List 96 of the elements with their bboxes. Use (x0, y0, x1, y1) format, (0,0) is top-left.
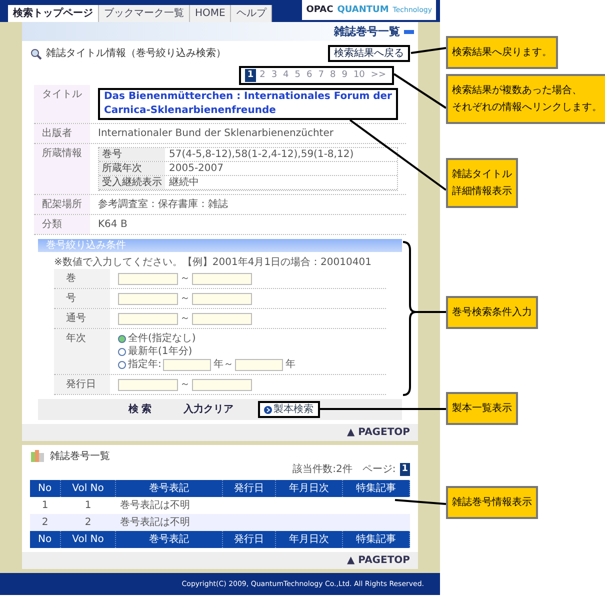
callout-text: 雑誌タイトル (452, 168, 512, 181)
nav-tab[interactable]: 検索トップページ (8, 5, 99, 22)
nav-tab[interactable]: ブックマーク一覧 (99, 5, 190, 22)
field-label: 年次 (54, 329, 110, 374)
section-title: 雑誌巻号一覧 (50, 450, 110, 462)
range-separator: ～ (180, 378, 190, 391)
page-link[interactable]: 8 (328, 69, 338, 82)
callout-text: 雑誌巻号情報表示 (452, 496, 532, 509)
range-separator: ～ (180, 272, 190, 285)
field-value: K64 B (98, 219, 128, 230)
form-button[interactable]: 入力クリア (176, 401, 242, 418)
callout-text: それぞれの情報へリンクします。 (452, 101, 602, 114)
field-label: 所蔵情報 (34, 144, 90, 194)
holdings-label: 受入継続表示 (99, 176, 165, 189)
leader-line (410, 47, 446, 54)
nav-tab[interactable]: ヘルプ (231, 5, 272, 22)
callout-text: 検索結果へ戻ります。 (452, 46, 552, 59)
back-to-results-button[interactable]: 検索結果へ戻る (328, 45, 410, 62)
column-header: 発行日 (222, 480, 276, 497)
radio-label: 全件(指定なし) (128, 332, 196, 345)
field-label: 配架場所 (34, 195, 90, 214)
field-label: 巻 (54, 269, 110, 288)
title-link[interactable]: Das Bienenmütterchen : Internationales Forum der Carnica-Sklenarbienenfreunde (98, 88, 398, 120)
range-separator: ～ (180, 292, 190, 305)
page-title: 雑誌巻号一覧 (334, 25, 400, 38)
page-link[interactable]: 1 (245, 69, 256, 82)
callout-text: 検索結果が複数あった場合、 (452, 84, 583, 97)
section-title: 雑誌タイトル情報（巻号絞り込み検索） (46, 47, 226, 60)
field-value: Internationaler Bund der Sklenarbienenzüchter (98, 128, 334, 139)
table-cell: 巻号表記は不明 (116, 497, 222, 514)
arrow-circle-icon (264, 406, 272, 414)
page-link[interactable]: 1 (400, 463, 410, 476)
filter-header: 巻号絞り込み条件 (38, 239, 402, 252)
range-separator: ～ (180, 312, 190, 325)
column-header: Vol No (60, 480, 116, 497)
input-field[interactable] (118, 292, 178, 304)
books-icon (30, 449, 46, 463)
pagetop-link[interactable]: ▲ PAGETOP (346, 554, 410, 567)
pagetop-link[interactable]: ▲ PAGETOP (346, 426, 410, 439)
holdings-value: 2005-2007 (168, 162, 225, 175)
radio-label: 指定年: (128, 358, 162, 371)
column-header: No (30, 480, 60, 497)
radio-label: 最新年(1年分) (128, 345, 192, 358)
holdings-label: 巻号 (99, 148, 165, 161)
column-footer: 特集記事 (342, 531, 410, 548)
table-cell: 1 (60, 497, 116, 514)
input-field[interactable] (192, 292, 252, 304)
table-cell: 1 (30, 497, 60, 514)
column-footer: 年月日次 (276, 531, 343, 548)
column-header: 特集記事 (342, 480, 410, 497)
radio-button[interactable] (118, 334, 126, 342)
column-footer: No (30, 531, 60, 548)
column-footer: 発行日 (222, 531, 276, 548)
callout-text: 詳細情報表示 (452, 185, 512, 198)
radio-button[interactable] (118, 360, 126, 368)
input-field[interactable] (118, 312, 178, 324)
input-field[interactable] (192, 312, 252, 324)
holdings-label: 所蔵年次 (99, 162, 165, 175)
page-link[interactable]: >> (368, 69, 388, 82)
input-field[interactable] (192, 378, 252, 390)
field-label: 号 (54, 289, 110, 308)
callout-text: 巻号検索条件入力 (452, 306, 532, 319)
title-marker-icon (404, 30, 414, 34)
field-label: 通号 (54, 309, 110, 328)
input-field[interactable] (118, 272, 178, 284)
column-header: 年月日次 (276, 480, 343, 497)
bound-volume-search-button[interactable]: 製本検索 (258, 401, 320, 418)
column-header: 巻号表記 (116, 480, 222, 497)
result-count: 該当件数:2件 ページ: (292, 463, 396, 476)
input-field[interactable] (192, 272, 252, 284)
holdings-value: 継続中 (168, 176, 200, 189)
page-link[interactable]: 10 (351, 69, 367, 82)
magnifier-icon (30, 48, 42, 60)
input-field[interactable] (163, 358, 212, 370)
holdings-value: 57(4-5,8-12),58(1-2,4-12),59(1-8,12) (168, 148, 355, 161)
column-footer: Vol No (60, 531, 116, 548)
year-unit: 年～ (213, 358, 234, 371)
column-footer: 巻号表記 (116, 531, 222, 548)
field-label: タイトル (34, 85, 90, 123)
table-cell: 2 (30, 514, 60, 531)
field-label: 発行日 (54, 375, 110, 394)
leader-line (394, 499, 446, 505)
nav-tab[interactable]: HOME (190, 5, 232, 22)
radio-button[interactable] (118, 348, 126, 356)
table-cell: 2 (60, 514, 116, 531)
callout-text: 製本一覧表示 (452, 402, 512, 415)
input-note: ※数値で入力してください。【例】2001年4月1日の場合：20010401 (54, 256, 372, 269)
year-unit: 年 (285, 358, 296, 371)
field-label: 分類 (34, 215, 90, 234)
table-cell (342, 514, 410, 531)
form-button[interactable]: 検 索 (120, 401, 160, 418)
field-label: 出版者 (34, 124, 90, 143)
field-value: 参考調査室：保存書庫：雑誌 (98, 199, 228, 210)
input-field[interactable] (235, 358, 284, 370)
table-cell: 巻号表記は不明 (116, 514, 222, 531)
input-field[interactable] (118, 378, 178, 390)
